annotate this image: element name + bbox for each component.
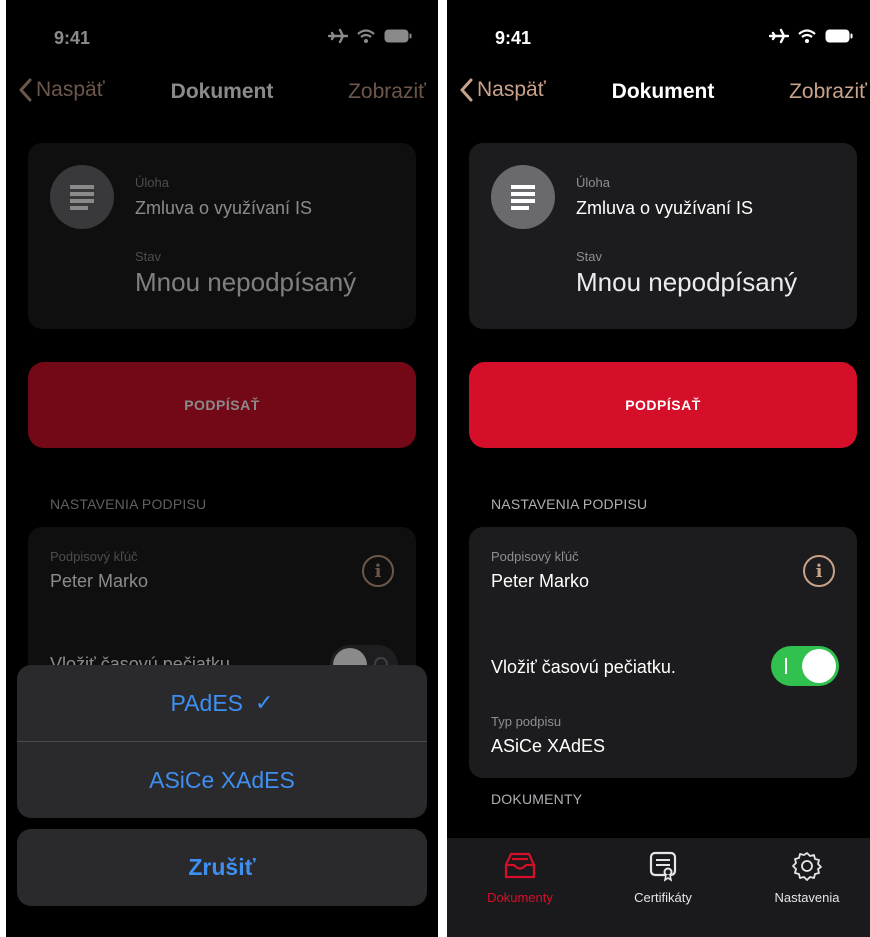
tray-icon — [504, 852, 536, 879]
checkmark-icon: ✓ — [255, 690, 274, 715]
tab-certificates[interactable]: Certifikáty — [593, 846, 733, 905]
wifi-icon — [798, 29, 816, 43]
tab-bar: Dokumenty Certifikáty Nastavenia — [447, 838, 870, 937]
signature-type-value[interactable]: ASiCe XAdES — [491, 736, 605, 757]
signature-type-label: Typ podpisu — [491, 714, 562, 729]
sign-button[interactable]: PODPÍSAŤ — [469, 362, 857, 448]
status-time: 9:41 — [495, 28, 532, 48]
option-asice-xades[interactable]: ASiCe XAdES — [17, 742, 427, 818]
task-value: Zmluva o využívaní IS — [576, 198, 754, 218]
document-card: Úloha Zmluva o využívaní IS Stav Mnou ne… — [469, 143, 857, 329]
state-label: Stav — [576, 249, 603, 264]
timestamp-toggle[interactable] — [771, 646, 839, 686]
navigation-bar: Naspäť Dokument Zobraziť — [447, 74, 870, 114]
signature-settings-header: NASTAVENIA PODPISU — [491, 496, 648, 512]
tab-documents-label: Dokumenty — [487, 890, 553, 905]
phone-screen-right: 9:41 Naspäť Dokument Zobraziť Úloha Zmlu… — [447, 0, 870, 937]
status-icons — [769, 28, 853, 44]
cancel-button[interactable]: Zrušiť — [17, 829, 427, 906]
option-pades-label: PAdES — [170, 689, 243, 716]
show-button[interactable]: Zobraziť — [789, 80, 867, 104]
option-asice-xades-label: ASiCe XAdES — [149, 766, 295, 793]
timestamp-label: Vložiť časovú pečiatku. — [491, 657, 676, 677]
tab-documents[interactable]: Dokumenty — [450, 846, 590, 905]
documents-header: DOKUMENTY — [491, 791, 583, 807]
certificate-icon — [649, 851, 677, 882]
tab-settings[interactable]: Nastavenia — [737, 846, 870, 905]
battery-icon — [825, 29, 853, 43]
gear-icon — [792, 852, 822, 881]
option-pades[interactable]: PAdES ✓ — [17, 665, 427, 741]
signature-settings-card: Podpisový kľúč Peter Marko i Vložiť časo… — [469, 527, 857, 778]
airplane-icon — [769, 28, 789, 44]
tab-certificates-label: Certifikáty — [634, 890, 692, 905]
phone-screen-left: 9:41 Naspäť Dokument Zobraziť Úloha Zmlu… — [6, 0, 438, 937]
info-icon[interactable]: i — [803, 555, 835, 587]
signing-key-value: Peter Marko — [491, 571, 590, 591]
signing-key-label: Podpisový kľúč — [491, 549, 579, 564]
signature-type-action-sheet: PAdES ✓ ASiCe XAdES — [17, 665, 427, 818]
state-value: Mnou nepodpísaný — [576, 267, 798, 297]
task-label: Úloha — [576, 175, 610, 190]
status-bar: 9:41 — [447, 0, 870, 60]
tab-settings-label: Nastavenia — [774, 890, 840, 905]
document-icon — [491, 165, 555, 229]
